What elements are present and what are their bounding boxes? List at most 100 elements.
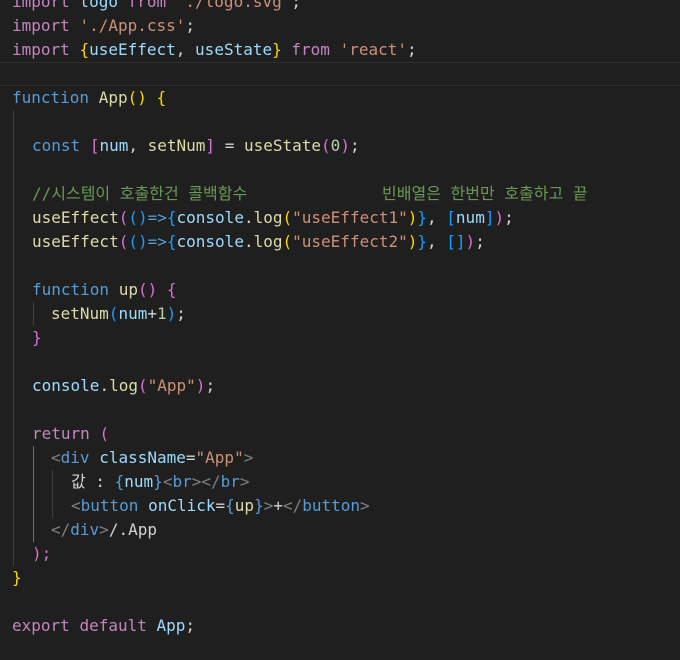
token: default	[79, 616, 147, 635]
token: log	[253, 208, 283, 227]
token: ,	[128, 136, 148, 155]
token: =>	[147, 208, 167, 227]
token: )	[195, 376, 206, 395]
code-line-24: );	[32, 542, 51, 566]
code-line-2: import './App.css';	[12, 14, 195, 38]
token: num	[455, 208, 485, 227]
token: useEffect	[32, 232, 119, 251]
token: =>	[147, 232, 167, 251]
token: import	[12, 16, 70, 35]
token: }	[12, 568, 22, 587]
token: ,	[427, 208, 447, 227]
token: }	[32, 328, 42, 347]
token: import	[12, 0, 70, 11]
token: br	[220, 472, 240, 491]
token: )	[166, 304, 177, 323]
token: div	[60, 448, 90, 467]
code-editor[interactable]: import logo from './logo.svg'; import '.…	[0, 0, 680, 660]
token: ;	[407, 40, 417, 59]
token: ;	[504, 208, 514, 227]
code-line-25: }	[12, 566, 22, 590]
token: setNum	[51, 304, 109, 323]
code-line-19: return (	[32, 422, 109, 446]
code-line-23: </div>/.App	[51, 518, 157, 542]
token: "App"	[147, 376, 196, 395]
token: log	[253, 232, 283, 251]
code-line-3: import {useEffect, useState} from 'react…	[12, 38, 417, 62]
token: >	[360, 496, 370, 515]
token: >	[263, 496, 274, 515]
token: []	[446, 232, 466, 251]
token: (	[118, 208, 129, 227]
token: ;	[185, 616, 196, 635]
indent-guide	[33, 446, 34, 542]
token: ;	[205, 376, 216, 395]
token: const	[32, 136, 81, 155]
token: log	[109, 376, 138, 395]
token: (	[282, 208, 293, 227]
token: console	[176, 208, 244, 227]
token: >	[99, 520, 109, 539]
code-line-20: <div className="App">	[51, 446, 253, 470]
token: )	[407, 232, 418, 251]
token: useState	[243, 136, 322, 155]
token: 값 :	[71, 472, 115, 491]
token: ,	[175, 40, 196, 59]
indent-guide	[13, 110, 14, 566]
token: }	[153, 472, 163, 491]
token: ;	[185, 16, 196, 35]
token: return	[32, 424, 90, 443]
token: button	[302, 496, 361, 515]
code-line-17: console.log("App");	[32, 374, 215, 398]
token: from	[127, 0, 167, 11]
token: ;	[291, 0, 301, 11]
token: setNum	[147, 136, 206, 155]
token: ()	[128, 232, 148, 251]
token: (	[282, 232, 293, 251]
token: .	[243, 208, 254, 227]
token: App	[156, 616, 186, 635]
code-line-15: }	[32, 326, 42, 350]
token: console	[176, 232, 244, 251]
code-line-13: function up() {	[32, 278, 177, 302]
token: (	[99, 424, 110, 443]
token: <	[51, 448, 61, 467]
token: )	[407, 208, 418, 227]
token: {	[166, 208, 177, 227]
code-line-10: useEffect(()=>{console.log("useEffect1")…	[32, 206, 514, 230]
token: }	[254, 496, 264, 515]
code-line-27: export default App;	[12, 614, 195, 638]
token: function	[32, 280, 110, 299]
token: =	[185, 448, 196, 467]
token: +	[147, 304, 157, 323]
token: {	[225, 496, 235, 515]
indent-guide	[33, 302, 34, 326]
current-line-highlight	[0, 62, 680, 86]
token: {	[166, 232, 177, 251]
code-line-5: function App() {	[12, 86, 166, 110]
comment: //시스템이 호출한건 콜백함수 빈배열은 한번만 호출하고 끝	[32, 184, 588, 203]
token: ,	[427, 232, 447, 251]
token: {	[79, 40, 90, 59]
token: num	[124, 472, 154, 491]
code-line-11: useEffect(()=>{console.log("useEffect2")…	[32, 230, 485, 254]
token: >	[239, 472, 250, 491]
token: ></	[191, 472, 221, 491]
token: export	[12, 616, 70, 635]
token: ;	[176, 304, 186, 323]
token: App	[98, 88, 128, 107]
token: .	[99, 376, 110, 395]
token: =	[215, 496, 226, 515]
token: }	[417, 208, 428, 227]
token: ()	[137, 280, 158, 299]
